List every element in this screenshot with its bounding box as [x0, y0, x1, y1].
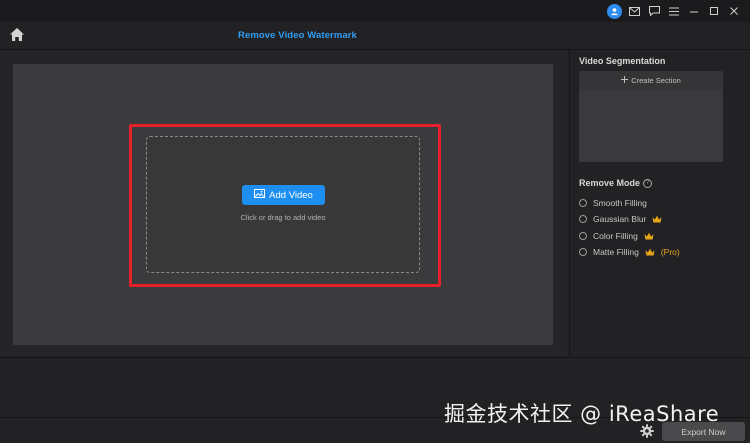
- crown-icon: [652, 215, 662, 222]
- export-now-button[interactable]: Export Now: [662, 422, 745, 441]
- maximize-icon[interactable]: [706, 3, 722, 19]
- create-section-button[interactable]: Create Section: [579, 71, 723, 90]
- page-title: Remove Video Watermark: [238, 30, 357, 41]
- remove-mode-label: Remove Mode: [579, 178, 641, 188]
- remove-mode-title: Remove Mode?: [579, 178, 653, 189]
- video-canvas: Add Video Click or drag to add video: [13, 64, 553, 345]
- radio-button[interactable]: [579, 232, 587, 240]
- drop-hint: Click or drag to add video: [240, 213, 326, 222]
- gear-icon[interactable]: [640, 424, 654, 438]
- segment-list: [579, 90, 723, 162]
- home-icon[interactable]: [9, 27, 27, 45]
- chat-icon[interactable]: [646, 3, 662, 19]
- window-controls: [607, 3, 742, 19]
- radio-button[interactable]: [579, 215, 587, 223]
- main-area: Add Video Click or drag to add video: [0, 50, 568, 356]
- mode-label: Smooth Filling: [593, 198, 647, 208]
- segmentation-title: Video Segmentation: [579, 56, 666, 66]
- add-video-label: Add Video: [269, 189, 313, 201]
- info-icon[interactable]: ?: [643, 179, 653, 189]
- radio-button[interactable]: [579, 199, 587, 207]
- mode-option-gaussian-blur[interactable]: Gaussian Blur: [579, 214, 662, 224]
- image-icon: [254, 189, 266, 201]
- drop-zone[interactable]: Add Video Click or drag to add video: [146, 136, 420, 273]
- minimize-icon[interactable]: [686, 3, 702, 19]
- title-bar: [0, 0, 750, 22]
- header-bar: Remove Video Watermark: [0, 22, 750, 50]
- mail-icon[interactable]: [626, 3, 642, 19]
- add-video-button[interactable]: Add Video: [242, 185, 325, 205]
- close-icon[interactable]: [726, 3, 742, 19]
- create-section-label: Create Section: [631, 76, 681, 85]
- side-panel: Video Segmentation Create Section Remove…: [569, 50, 750, 356]
- mode-option-matte-filling[interactable]: Matte Filling (Pro): [579, 247, 680, 257]
- mode-label: Matte Filling: [593, 247, 639, 257]
- mode-option-smooth-filling[interactable]: Smooth Filling: [579, 198, 647, 208]
- crown-icon: [645, 248, 655, 255]
- mode-label: Color Filling: [593, 231, 638, 241]
- user-avatar-icon[interactable]: [607, 3, 622, 19]
- radio-button[interactable]: [579, 248, 587, 256]
- crown-icon: [644, 232, 654, 239]
- plus-icon: [621, 76, 629, 85]
- mode-label: Gaussian Blur: [593, 214, 647, 224]
- pro-badge: (Pro): [660, 247, 680, 257]
- mode-option-color-filling[interactable]: Color Filling: [579, 231, 654, 241]
- menu-icon[interactable]: [666, 3, 682, 19]
